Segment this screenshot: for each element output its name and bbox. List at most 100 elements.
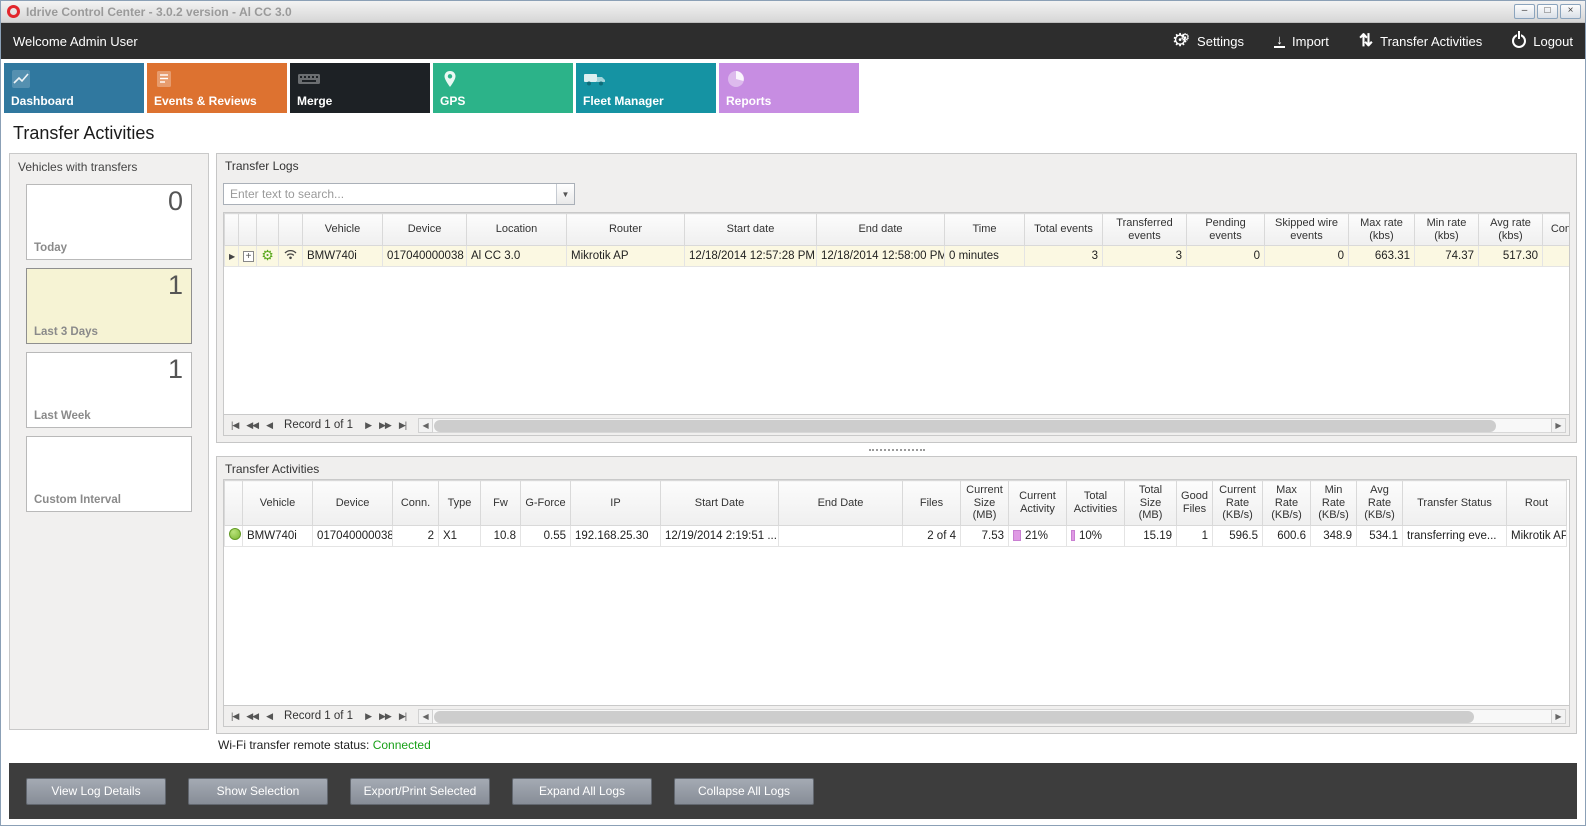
column-header-rout[interactable]: Rout — [1507, 481, 1567, 526]
card-last-3-days[interactable]: 1 Last 3 Days — [26, 268, 192, 344]
import-button[interactable]: ↓ Import — [1274, 34, 1329, 49]
column-header-location[interactable]: Location — [467, 214, 567, 246]
pie-chart-icon — [726, 69, 746, 89]
search-combo[interactable]: ▼ — [223, 183, 575, 205]
column-header-current-activity[interactable]: Current Activity — [1009, 481, 1067, 526]
column-header-total-size-mb[interactable]: Total Size (MB) — [1125, 481, 1177, 526]
column-header-icon[interactable] — [257, 214, 279, 246]
tile-reports[interactable]: Reports — [719, 63, 859, 113]
collapse-all-logs-button[interactable]: Collapse All Logs — [674, 778, 814, 805]
pager-next-icon[interactable]: ▶ — [361, 711, 375, 722]
column-header-icon[interactable] — [279, 214, 303, 246]
column-header-icon[interactable] — [239, 214, 257, 246]
column-header-avg-rate-kb-s[interactable]: Avg Rate (KB/s) — [1357, 481, 1403, 526]
column-header-device[interactable]: Device — [383, 214, 467, 246]
column-header-start-date[interactable]: Start date — [685, 214, 817, 246]
column-header-router[interactable]: Router — [567, 214, 685, 246]
column-header-ip[interactable]: IP — [571, 481, 661, 526]
pager-last-icon[interactable]: ▶| — [395, 420, 410, 431]
column-header-transfer-status[interactable]: Transfer Status — [1403, 481, 1507, 526]
table-cell: Al CC 3.0 — [467, 246, 567, 267]
scrollbar-track[interactable] — [433, 709, 1551, 724]
column-header-time[interactable]: Time — [945, 214, 1025, 246]
column-header-fw[interactable]: Fw — [481, 481, 521, 526]
column-header-pending-events[interactable]: Pending events — [1187, 214, 1265, 246]
column-header-max-rate-kbs[interactable]: Max rate (kbs) — [1349, 214, 1415, 246]
pager-first-icon[interactable]: |◀ — [227, 420, 242, 431]
pager-prev-icon[interactable]: ◀ — [262, 711, 276, 722]
column-header-type[interactable]: Type — [439, 481, 481, 526]
column-header-vehicle[interactable]: Vehicle — [303, 214, 383, 246]
tile-label: Merge — [297, 94, 332, 108]
column-header-g-force[interactable]: G-Force — [521, 481, 571, 526]
expand-all-logs-button[interactable]: Expand All Logs — [512, 778, 652, 805]
column-header-good-files[interactable]: Good Files — [1177, 481, 1213, 526]
scroll-right-icon[interactable]: ▶ — [1551, 709, 1566, 724]
table-row[interactable]: ▶+⚙BMW740i017040000038Al CC 3.0Mikrotik … — [225, 246, 1571, 267]
tile-gps[interactable]: GPS — [433, 63, 573, 113]
events-list-icon — [154, 69, 174, 89]
maximize-button[interactable]: □ — [1537, 4, 1558, 19]
column-header-transferred-events[interactable]: Transferred events — [1103, 214, 1187, 246]
panel-splitter[interactable] — [216, 443, 1577, 456]
table-row[interactable]: BMW740i0170400000382X110.80.55192.168.25… — [225, 525, 1567, 546]
transfer-activities-button[interactable]: ⇅ Transfer Activities — [1359, 34, 1482, 49]
table-cell: 017040000038 — [313, 525, 393, 546]
column-header-end-date[interactable]: End date — [817, 214, 945, 246]
pager-fast-next-icon[interactable]: ▶▶ — [375, 711, 395, 722]
horizontal-scrollbar[interactable]: ◀ ▶ — [418, 709, 1566, 724]
search-input[interactable] — [224, 187, 556, 201]
pager-fast-next-icon[interactable]: ▶▶ — [375, 420, 395, 431]
column-header-total-activities[interactable]: Total Activities — [1067, 481, 1125, 526]
scroll-left-icon[interactable]: ◀ — [418, 418, 433, 433]
card-custom-interval[interactable]: Custom Interval — [26, 436, 192, 512]
pager-first-icon[interactable]: |◀ — [227, 711, 242, 722]
column-header-min-rate-kb-s[interactable]: Min Rate (KB/s) — [1311, 481, 1357, 526]
column-header-icon[interactable] — [225, 214, 239, 246]
table-cell: 3 — [1103, 246, 1187, 267]
column-header-avg-rate-kbs[interactable]: Avg rate (kbs) — [1479, 214, 1543, 246]
column-header-vehicle[interactable]: Vehicle — [243, 481, 313, 526]
column-header-max-rate-kb-s[interactable]: Max Rate (KB/s) — [1263, 481, 1311, 526]
logout-button[interactable]: Logout — [1512, 34, 1573, 49]
column-header-device[interactable]: Device — [313, 481, 393, 526]
column-header-files[interactable]: Files — [903, 481, 961, 526]
show-selection-button[interactable]: Show Selection — [188, 778, 328, 805]
column-header-min-rate-kbs[interactable]: Min rate (kbs) — [1415, 214, 1479, 246]
column-header-conn[interactable]: Conn. — [1543, 214, 1571, 246]
column-header-conn[interactable]: Conn. — [393, 481, 439, 526]
minimize-button[interactable]: – — [1514, 4, 1535, 19]
column-header-start-date[interactable]: Start Date — [661, 481, 779, 526]
column-header-total-events[interactable]: Total events — [1025, 214, 1103, 246]
scrollbar-thumb[interactable] — [434, 420, 1496, 432]
scroll-left-icon[interactable]: ◀ — [418, 709, 433, 724]
pager-fast-prev-icon[interactable]: ◀◀ — [242, 711, 262, 722]
tile-merge[interactable]: Merge — [290, 63, 430, 113]
tile-fleet-manager[interactable]: Fleet Manager — [576, 63, 716, 113]
pager-next-icon[interactable]: ▶ — [361, 420, 375, 431]
pager-last-icon[interactable]: ▶| — [395, 711, 410, 722]
transfer-logs-grid: VehicleDeviceLocationRouterStart dateEnd… — [223, 212, 1570, 415]
view-log-details-button[interactable]: View Log Details — [26, 778, 166, 805]
scroll-right-icon[interactable]: ▶ — [1551, 418, 1566, 433]
dropdown-arrow-icon[interactable]: ▼ — [556, 184, 574, 204]
table-cell — [779, 525, 903, 546]
scrollbar-thumb[interactable] — [434, 711, 1474, 723]
horizontal-scrollbar[interactable]: ◀ ▶ — [418, 418, 1566, 433]
close-button[interactable]: × — [1560, 4, 1581, 19]
export-print-selected-button[interactable]: Export/Print Selected — [350, 778, 490, 805]
column-header-end-date[interactable]: End Date — [779, 481, 903, 526]
tile-events-reviews[interactable]: Events & Reviews — [147, 63, 287, 113]
pager-prev-icon[interactable]: ◀ — [262, 420, 276, 431]
card-last-week[interactable]: 1 Last Week — [26, 352, 192, 428]
pager-fast-prev-icon[interactable]: ◀◀ — [242, 420, 262, 431]
column-header-icon[interactable] — [225, 481, 243, 526]
column-header-current-rate-kb-s[interactable]: Current Rate (KB/s) — [1213, 481, 1263, 526]
settings-button[interactable]: ⚙⚙ Settings — [1172, 33, 1244, 49]
card-value: 1 — [168, 354, 183, 385]
tile-dashboard[interactable]: Dashboard — [4, 63, 144, 113]
card-today[interactable]: 0 Today — [26, 184, 192, 260]
column-header-skipped-wire-events[interactable]: Skipped wire events — [1265, 214, 1349, 246]
scrollbar-track[interactable] — [433, 418, 1551, 433]
column-header-current-size-mb[interactable]: Current Size (MB) — [961, 481, 1009, 526]
